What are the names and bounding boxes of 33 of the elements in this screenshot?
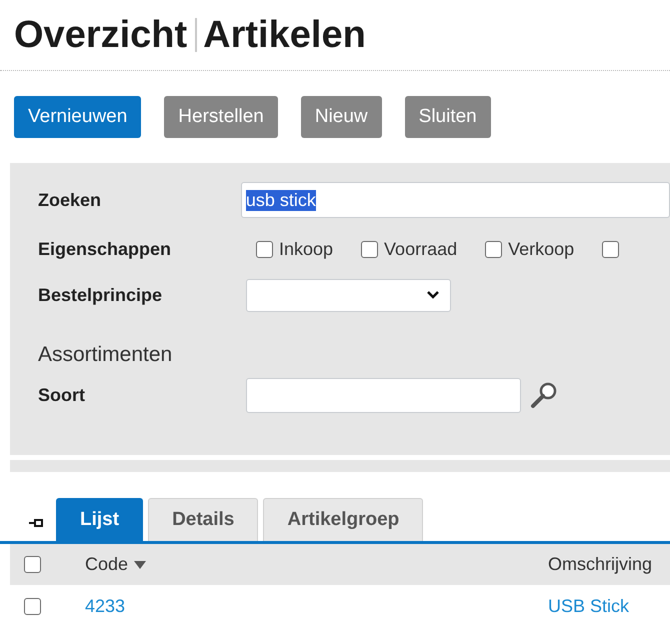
checkbox[interactable] xyxy=(24,556,41,573)
toolbar-button[interactable]: Herstellen xyxy=(164,96,278,138)
toolbar-button[interactable]: Sluiten xyxy=(404,96,491,138)
checkbox[interactable] xyxy=(602,240,620,258)
checkbox-label: Inkoop xyxy=(279,238,334,260)
checkbox[interactable] xyxy=(24,598,41,614)
page-subtitle: Artikelen xyxy=(203,14,366,56)
checkbox[interactable] xyxy=(485,240,502,258)
toolbar-button[interactable]: Vernieuwen xyxy=(14,96,142,138)
toolbar-button[interactable]: Nieuw xyxy=(300,96,382,138)
column-header[interactable]: Omschrijving xyxy=(548,554,652,574)
checkbox-label: Verkoop xyxy=(508,238,574,260)
sort-caret-icon[interactable] xyxy=(134,560,146,568)
tab[interactable]: Lijst xyxy=(56,498,144,541)
link[interactable]: USB Stick xyxy=(548,596,630,616)
section-title: Assortimenten xyxy=(38,343,172,367)
pin-icon[interactable] xyxy=(28,517,44,529)
checkbox[interactable] xyxy=(361,240,378,258)
field-label: Bestelprincipe xyxy=(38,284,164,306)
tab[interactable]: Artikelgroep xyxy=(263,498,424,541)
link[interactable]: 4233 xyxy=(85,596,126,616)
tab[interactable]: Details xyxy=(148,498,258,541)
checkbox-label: Voorraad xyxy=(384,238,458,260)
checkbox[interactable] xyxy=(256,240,273,258)
field-label: Eigenschappen xyxy=(38,238,172,260)
input-field[interactable] xyxy=(246,378,521,412)
search-field[interactable]: usb stick xyxy=(240,182,670,218)
field-label: Soort xyxy=(38,384,86,406)
column-header[interactable]: Code xyxy=(85,554,128,575)
page-title: Overzicht xyxy=(14,14,188,56)
chevron-down-icon xyxy=(426,290,440,300)
field-label: Zoeken xyxy=(38,190,102,210)
search-icon[interactable] xyxy=(530,381,558,409)
